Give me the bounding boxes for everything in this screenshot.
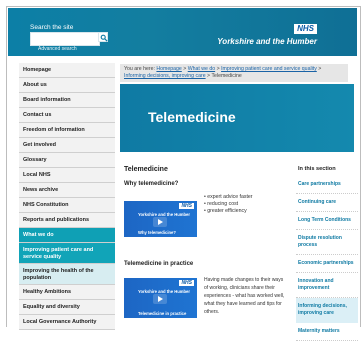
video-nhs-logo: NHS bbox=[179, 280, 194, 286]
practice-heading: Telemedicine in practice bbox=[124, 261, 194, 267]
section-nav: Care partnerships Continuing care Long T… bbox=[296, 176, 358, 341]
search-input[interactable] bbox=[30, 32, 100, 46]
sidebar-item-healthy-ambitions[interactable]: Healthy Ambitions bbox=[19, 285, 115, 300]
benefit-item: • reducing cost bbox=[204, 201, 239, 207]
sidebar-item-reports[interactable]: Reports and publications bbox=[19, 213, 115, 228]
sidebar-item-contact[interactable]: Contact us bbox=[19, 108, 115, 123]
video-telemedicine-practice[interactable]: NHS Yorkshire and the Humber Telemedicin… bbox=[124, 278, 197, 318]
site-header: Search the site Advanced search NHS York… bbox=[8, 8, 357, 56]
video-caption: Telemedicine in practice bbox=[138, 311, 187, 316]
practice-text: Having made changes to their ways of wor… bbox=[204, 277, 285, 315]
breadcrumb-prefix: You are here: bbox=[124, 66, 155, 72]
section-item-dispute-resolution[interactable]: Dispute resolution process bbox=[296, 230, 358, 255]
brand-text: Yorkshire and the Humber bbox=[217, 37, 317, 46]
sidebar-nav: Homepage About us Board information Cont… bbox=[19, 63, 115, 330]
sidebar-item-what-we-do[interactable]: What we do bbox=[19, 228, 115, 243]
breadcrumb-link-informing-decisions[interactable]: Informing decisions, improving care bbox=[124, 73, 206, 79]
page-banner: Telemedicine bbox=[120, 84, 354, 152]
sidebar-item-constitution[interactable]: NHS Constitution bbox=[19, 198, 115, 213]
sidebar-item-glossary[interactable]: Glossary bbox=[19, 153, 115, 168]
banner-title: Telemedicine bbox=[148, 109, 236, 125]
sidebar-item-improving-health[interactable]: Improving the health of the population bbox=[19, 264, 115, 285]
sidebar-item-improving-care[interactable]: Improving patient care and service quali… bbox=[19, 243, 115, 264]
sidebar-item-local-nhs[interactable]: Local NHS bbox=[19, 168, 115, 183]
section-item-innovation[interactable]: Innovation and improvement bbox=[296, 273, 358, 298]
sidebar-item-about[interactable]: About us bbox=[19, 78, 115, 93]
play-icon[interactable] bbox=[153, 294, 167, 304]
section-nav-title: In this section bbox=[298, 166, 336, 172]
search-label: Search the site bbox=[30, 24, 74, 31]
breadcrumb-link-homepage[interactable]: Homepage bbox=[156, 66, 181, 72]
breadcrumb-current: Telemedicine bbox=[211, 73, 242, 79]
play-icon[interactable] bbox=[153, 217, 167, 227]
sidebar-item-get-involved[interactable]: Get involved bbox=[19, 138, 115, 153]
sidebar-item-news[interactable]: News archive bbox=[19, 183, 115, 198]
section-item-continuing-care[interactable]: Continuing care bbox=[296, 194, 358, 212]
search-button[interactable] bbox=[98, 32, 108, 42]
sidebar-item-homepage[interactable]: Homepage bbox=[19, 63, 115, 78]
sidebar-item-board[interactable]: Board information bbox=[19, 93, 115, 108]
section-item-informing-decisions[interactable]: Informing decisions, improving care bbox=[296, 298, 358, 323]
video-nhs-logo: NHS bbox=[179, 203, 194, 209]
section-item-economic-partnerships[interactable]: Economic partnerships bbox=[296, 255, 358, 273]
why-heading: Why telemedicine? bbox=[124, 181, 179, 187]
benefit-item: • expert advice faster bbox=[204, 194, 253, 200]
advanced-search-link[interactable]: Advanced search bbox=[38, 46, 77, 52]
section-item-care-partnerships[interactable]: Care partnerships bbox=[296, 176, 358, 194]
breadcrumb: You are here: Homepage > What we do > Im… bbox=[120, 64, 348, 82]
sidebar-item-foi[interactable]: Freedom of information bbox=[19, 123, 115, 138]
benefits-list: • expert advice faster • reducing cost •… bbox=[204, 194, 286, 215]
sidebar-item-equality[interactable]: Equality and diversity bbox=[19, 300, 115, 315]
video-why-telemedicine[interactable]: NHS Yorkshire and the Humber Why telemed… bbox=[124, 201, 197, 237]
breadcrumb-link-improving-care[interactable]: Improving patient care and service quali… bbox=[221, 66, 317, 72]
benefit-item: • greater efficiency bbox=[204, 208, 247, 214]
section-item-long-term-conditions[interactable]: Long Term Conditions bbox=[296, 212, 358, 230]
nhs-logo: NHS bbox=[294, 24, 317, 34]
video-caption: Why telemedicine? bbox=[138, 230, 176, 235]
search-icon bbox=[100, 34, 108, 42]
breadcrumb-link-what-we-do[interactable]: What we do bbox=[188, 66, 215, 72]
sidebar-item-local-governance[interactable]: Local Governance Authority bbox=[19, 315, 115, 330]
page-title: Telemedicine bbox=[124, 166, 168, 173]
